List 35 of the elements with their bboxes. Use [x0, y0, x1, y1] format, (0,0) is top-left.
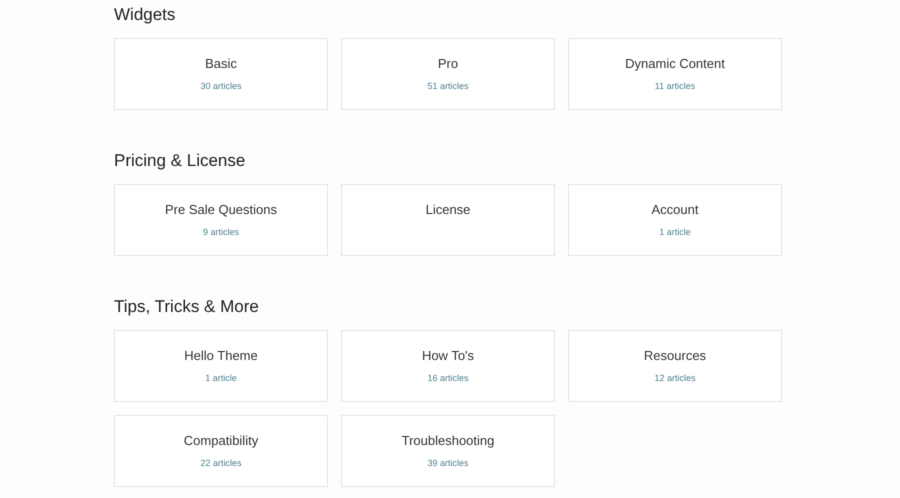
category-name: How To's — [422, 348, 474, 364]
category-card[interactable]: Hello Theme 1 article — [114, 330, 328, 402]
article-count: 1 article — [205, 372, 237, 384]
category-card[interactable]: Pre Sale Questions 9 articles — [114, 184, 328, 256]
article-count: 22 articles — [200, 457, 242, 469]
category-name: Resources — [644, 348, 706, 364]
category-name: Account — [652, 202, 698, 218]
category-name: Hello Theme — [184, 348, 258, 364]
category-card[interactable]: How To's 16 articles — [341, 330, 555, 402]
section-title: Pricing & License — [114, 150, 246, 172]
article-count: 51 articles — [427, 80, 469, 92]
category-card[interactable]: Resources 12 articles — [568, 330, 782, 402]
category-card[interactable]: Account 1 article — [568, 184, 782, 256]
category-name: Pro — [438, 56, 458, 72]
category-name: Dynamic Content — [625, 56, 725, 72]
category-card[interactable]: Pro 51 articles — [341, 38, 555, 110]
category-card[interactable]: Basic 30 articles — [114, 38, 328, 110]
article-count: 11 articles — [654, 80, 696, 92]
category-card[interactable]: Troubleshooting 39 articles — [341, 415, 555, 487]
category-card[interactable]: Dynamic Content 11 articles — [568, 38, 782, 110]
section-title: Tips, Tricks & More — [114, 296, 260, 318]
category-name: Compatibility — [184, 433, 258, 449]
section-title: Widgets — [114, 4, 176, 26]
category-card[interactable]: Compatibility 22 articles — [114, 415, 328, 487]
category-name: Basic — [205, 56, 237, 72]
article-count: 30 articles — [200, 80, 242, 92]
article-count: 9 articles — [202, 226, 239, 238]
article-count: 39 articles — [427, 457, 469, 469]
article-count: 12 articles — [654, 372, 696, 384]
category-name: Pre Sale Questions — [164, 202, 277, 218]
category-card[interactable]: License — [341, 184, 555, 256]
category-name: License — [426, 202, 470, 218]
article-count: 16 articles — [427, 372, 469, 384]
category-name: Troubleshooting — [402, 433, 494, 449]
article-count: 1 article — [659, 226, 691, 238]
